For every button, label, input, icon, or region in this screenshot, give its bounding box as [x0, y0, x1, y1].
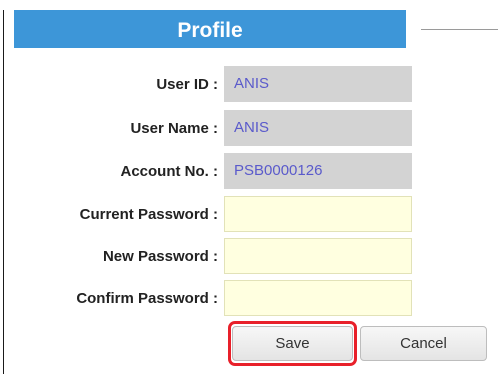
save-button[interactable]: Save — [232, 326, 353, 361]
new-password-input[interactable] — [224, 238, 412, 274]
account-no-row: Account No. : PSB0000126 — [0, 153, 420, 191]
new-password-row: New Password : — [0, 238, 420, 276]
user-id-value: ANIS — [224, 66, 412, 102]
confirm-password-row: Confirm Password : — [0, 280, 420, 318]
confirm-password-input[interactable] — [224, 280, 412, 316]
current-password-row: Current Password : — [0, 196, 420, 234]
current-password-input[interactable] — [224, 196, 412, 232]
user-name-label: User Name : — [130, 120, 218, 137]
current-password-label: Current Password : — [79, 206, 218, 223]
new-password-label: New Password : — [102, 248, 218, 265]
user-id-row: User ID : ANIS — [0, 66, 420, 104]
panel-title: Profile — [14, 10, 406, 48]
account-no-label: Account No. : — [120, 163, 219, 180]
user-name-value: ANIS — [224, 110, 412, 146]
profile-panel: Profile User ID : ANIS User Name : ANIS … — [0, 0, 498, 374]
user-name-row: User Name : ANIS — [0, 110, 420, 148]
confirm-password-label: Confirm Password : — [76, 290, 218, 307]
account-no-value: PSB0000126 — [224, 153, 412, 189]
header-divider — [421, 29, 498, 30]
user-id-label: User ID : — [156, 76, 218, 93]
cancel-button[interactable]: Cancel — [360, 326, 487, 361]
panel-left-border — [3, 10, 4, 374]
